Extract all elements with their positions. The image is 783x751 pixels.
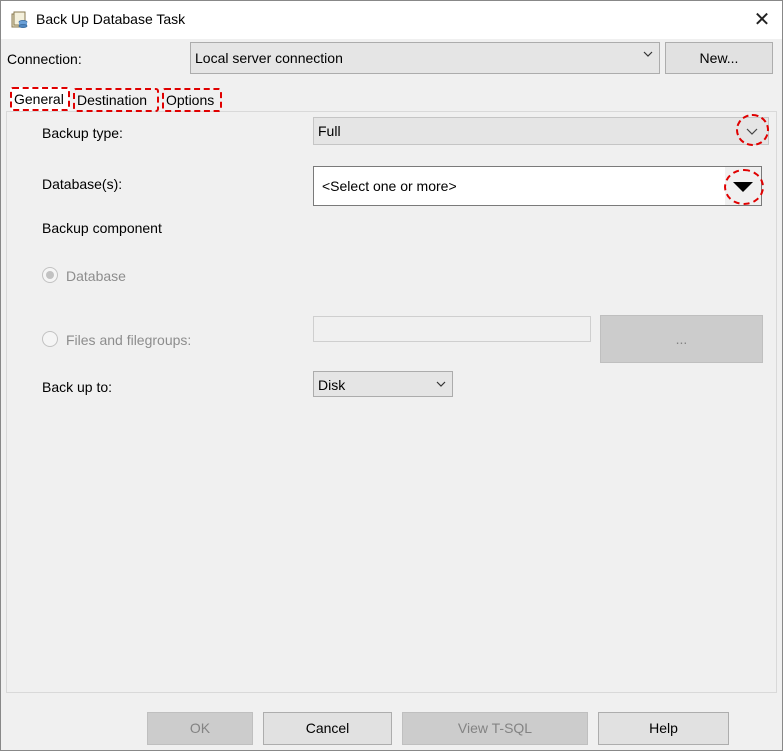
radio-database[interactable] <box>42 267 58 283</box>
backup-type-value: Full <box>318 123 341 139</box>
backup-type-label: Backup type: <box>42 125 123 141</box>
browse-files-button[interactable]: ... <box>600 315 763 363</box>
close-button[interactable]: ✕ <box>749 7 775 33</box>
files-filegroups-input[interactable] <box>313 316 591 342</box>
tab-destination[interactable]: Destination <box>73 88 159 112</box>
backup-to-value: Disk <box>318 377 346 393</box>
chevron-down-icon <box>746 128 758 135</box>
radio-files-label: Files and filegroups: <box>66 332 192 348</box>
backup-database-dialog: Back Up Database Task ✕ Connection: Loca… <box>0 0 783 751</box>
databases-combobox[interactable]: <Select one or more> <box>313 166 762 206</box>
radio-database-label: Database <box>66 268 126 284</box>
backup-to-combobox[interactable]: Disk <box>313 371 453 397</box>
database-backup-icon <box>11 11 28 28</box>
triangle-down-icon <box>733 182 753 192</box>
backup-type-combobox[interactable]: Full <box>313 117 769 145</box>
radio-selected-dot <box>46 271 54 279</box>
cancel-button[interactable]: Cancel <box>263 712 392 745</box>
backup-component-label: Backup component <box>42 220 162 236</box>
tab-general[interactable]: General <box>10 87 70 111</box>
view-tsql-button[interactable]: View T-SQL <box>402 712 588 745</box>
new-connection-button[interactable]: New... <box>665 42 773 74</box>
chevron-down-icon <box>643 51 653 57</box>
connection-combobox[interactable]: Local server connection <box>190 42 660 74</box>
window-title: Back Up Database Task <box>36 11 186 27</box>
title-bar: Back Up Database Task ✕ <box>1 1 782 39</box>
help-button[interactable]: Help <box>598 712 729 745</box>
databases-label: Database(s): <box>42 176 123 192</box>
radio-files-filegroups[interactable] <box>42 331 58 347</box>
chevron-down-icon <box>436 381 446 387</box>
ok-button[interactable]: OK <box>147 712 253 745</box>
backup-to-label: Back up to: <box>42 379 113 395</box>
tab-options[interactable]: Options <box>162 88 222 112</box>
databases-value: <Select one or more> <box>322 178 457 194</box>
connection-value: Local server connection <box>195 50 343 66</box>
connection-label: Connection: <box>7 51 82 67</box>
